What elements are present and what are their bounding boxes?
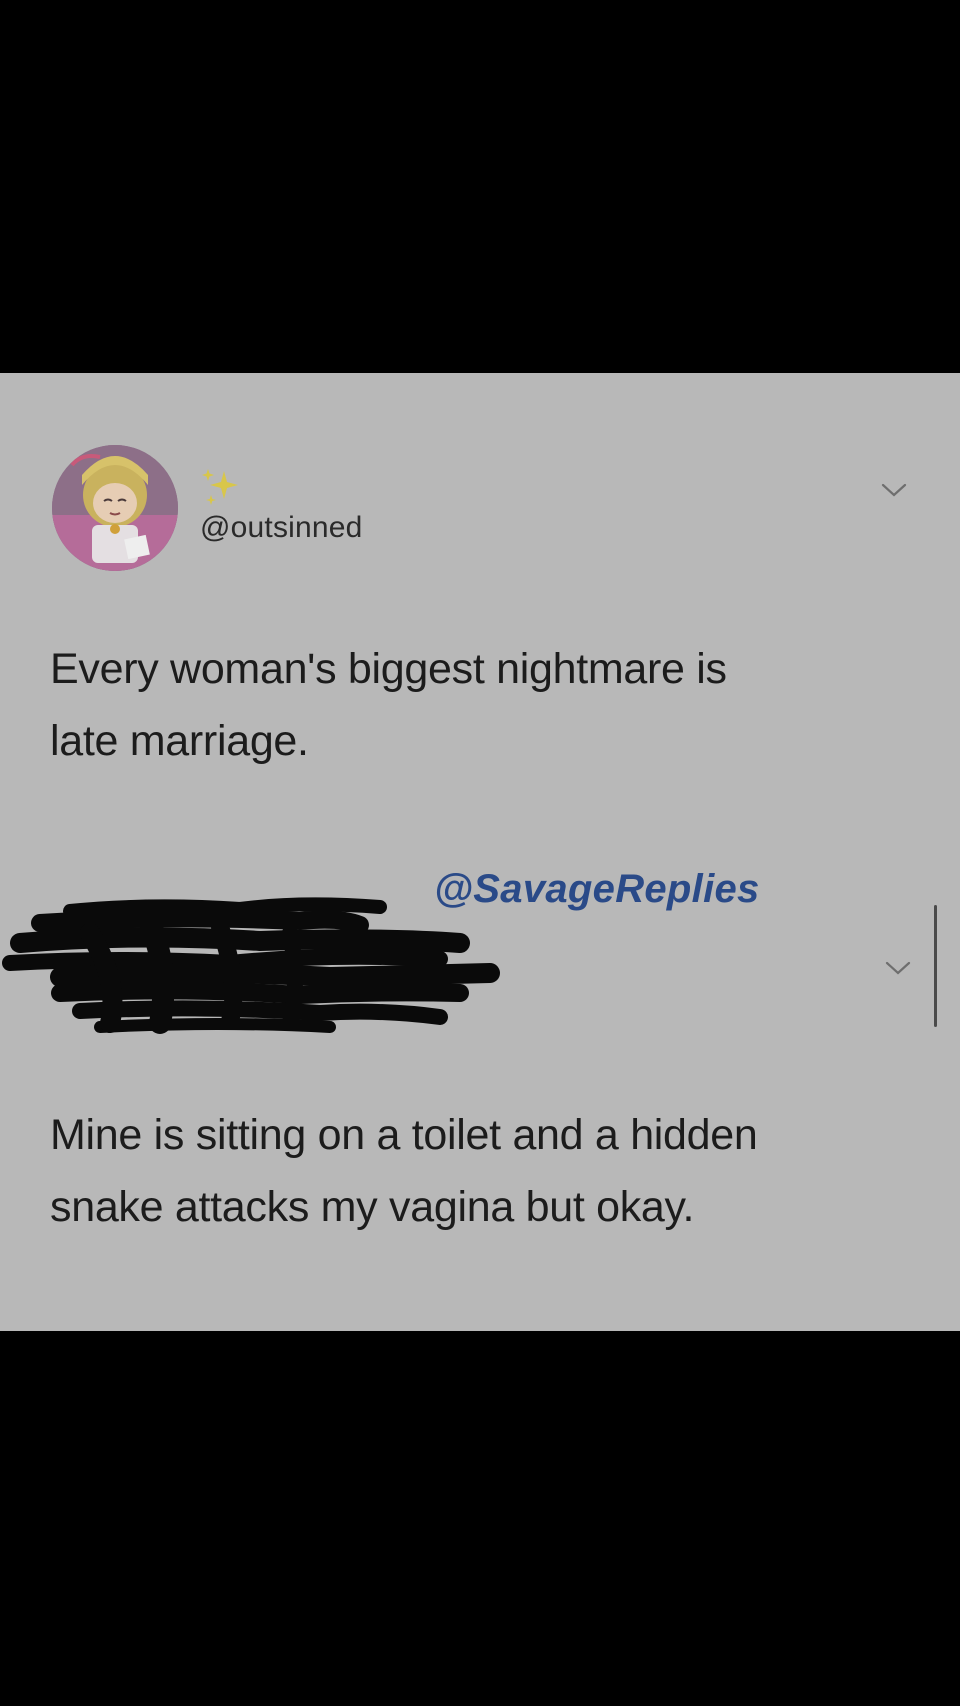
avatar[interactable]: [52, 445, 178, 571]
tweet-text: Every woman's biggest nightmare is late …: [50, 633, 910, 777]
chevron-down-icon[interactable]: [884, 959, 912, 977]
tweet-text-line: Every woman's biggest nightmare is: [50, 645, 727, 693]
tweet-card: @outsinned Every woman's biggest nightma…: [0, 373, 960, 1331]
screenshot-frame: @outsinned Every woman's biggest nightma…: [0, 0, 960, 1706]
reply-text-line: snake attacks my vagina but okay.: [50, 1183, 695, 1231]
username[interactable]: @outsinned: [200, 511, 363, 545]
reply-text: Mine is sitting on a toilet and a hidden…: [50, 1099, 930, 1243]
reply-text-line: Mine is sitting on a toilet and a hidden: [50, 1111, 758, 1159]
redaction-scribble: [2, 897, 500, 1034]
tweet-text-line: late marriage.: [50, 717, 309, 765]
chevron-down-icon[interactable]: [880, 481, 908, 499]
sparkles-icon: [202, 469, 238, 505]
scrollbar[interactable]: [934, 905, 937, 1027]
avatar-illustration: [52, 445, 178, 571]
